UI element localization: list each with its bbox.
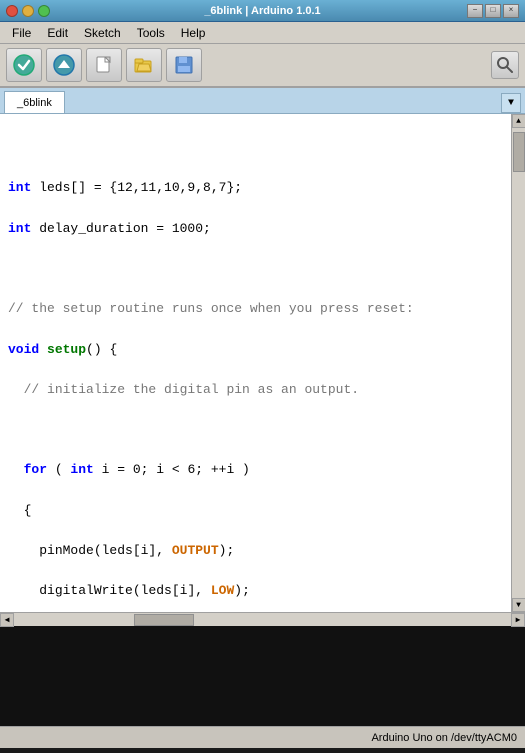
- code-line: {: [8, 501, 503, 521]
- menu-help[interactable]: Help: [173, 24, 214, 42]
- scroll-right-arrow[interactable]: ▶: [511, 613, 525, 627]
- code-line: digitalWrite(leds[i], LOW);: [8, 581, 503, 601]
- horizontal-scrollbar[interactable]: ◀ ▶: [0, 612, 525, 626]
- title-bar: _6blink | Arduino 1.0.1 − □ ×: [0, 0, 525, 22]
- new-button[interactable]: [86, 48, 122, 82]
- code-line: [8, 138, 503, 158]
- verify-button[interactable]: [6, 48, 42, 82]
- window-title: _6blink | Arduino 1.0.1: [0, 5, 525, 17]
- scroll-left-arrow[interactable]: ◀: [0, 613, 14, 627]
- tab-6blink[interactable]: _6blink: [4, 91, 65, 113]
- scroll-thumb-h[interactable]: [134, 614, 194, 626]
- win-btn-minimize[interactable]: −: [467, 4, 483, 18]
- toolbar: [0, 44, 525, 88]
- menu-sketch[interactable]: Sketch: [76, 24, 129, 42]
- menu-tools[interactable]: Tools: [129, 24, 173, 42]
- win-btn-restore[interactable]: □: [485, 4, 501, 18]
- vertical-scrollbar[interactable]: ▲ ▼: [511, 114, 525, 612]
- open-button[interactable]: [126, 48, 162, 82]
- code-line: pinMode(leds[i], OUTPUT);: [8, 541, 503, 561]
- code-line: [8, 420, 503, 440]
- menu-file[interactable]: File: [4, 24, 39, 42]
- code-line: [8, 259, 503, 279]
- title-bar-right: − □ ×: [467, 4, 519, 18]
- scroll-thumb-v[interactable]: [513, 132, 525, 172]
- upload-button[interactable]: [46, 48, 82, 82]
- menu-bar: File Edit Sketch Tools Help: [0, 22, 525, 44]
- scroll-down-arrow[interactable]: ▼: [512, 598, 525, 612]
- code-line: // initialize the digital pin as an outp…: [8, 380, 503, 400]
- search-button[interactable]: [491, 51, 519, 79]
- scroll-track-h: [14, 614, 511, 626]
- code-editor[interactable]: int leds[] = {12,11,10,9,8,7}; int delay…: [0, 114, 511, 612]
- tab-dropdown[interactable]: ▼: [501, 93, 521, 113]
- scroll-up-arrow[interactable]: ▲: [512, 114, 525, 128]
- status-text: Arduino Uno on /dev/ttyACM0: [371, 732, 517, 744]
- save-button[interactable]: [166, 48, 202, 82]
- code-line: // the setup routine runs once when you …: [8, 299, 503, 319]
- code-line: for ( int i = 0; i < 6; ++i ): [8, 460, 503, 480]
- status-bar: Arduino Uno on /dev/ttyACM0: [0, 726, 525, 748]
- tab-bar: _6blink ▼: [0, 88, 525, 114]
- code-line: void setup() {: [8, 340, 503, 360]
- console-area: [0, 626, 525, 726]
- menu-edit[interactable]: Edit: [39, 24, 76, 42]
- code-line: int leds[] = {12,11,10,9,8,7};: [8, 178, 503, 198]
- editor-container: int leds[] = {12,11,10,9,8,7}; int delay…: [0, 114, 525, 612]
- win-btn-close[interactable]: ×: [503, 4, 519, 18]
- code-line: int delay_duration = 1000;: [8, 219, 503, 239]
